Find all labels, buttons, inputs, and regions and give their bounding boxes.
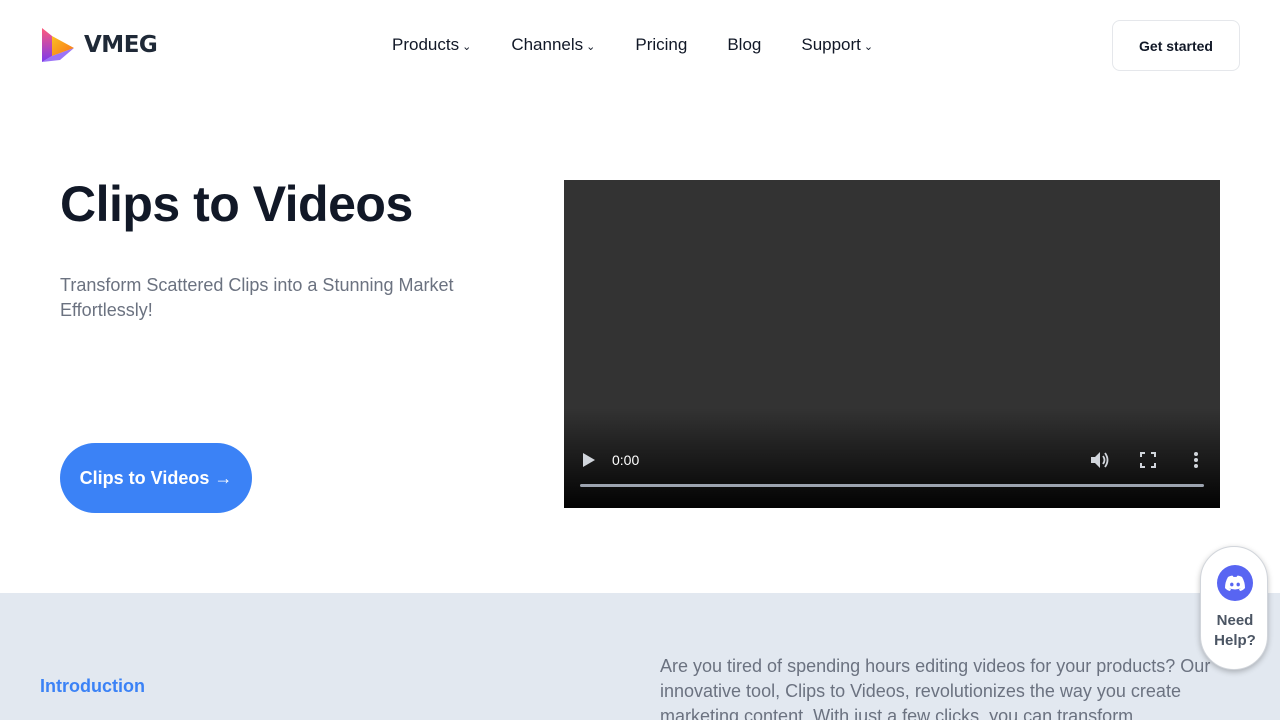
vmeg-logo-icon [42,28,74,62]
hero-subtitle: Transform Scattered Clips into a Stunnin… [60,275,454,320]
get-started-button[interactable]: Get started [1112,20,1240,71]
nav-label: Products [392,35,460,54]
video-progress-bar[interactable] [580,484,1204,487]
nav-item-support[interactable]: Support ⌄ [801,35,873,55]
nav-label: Pricing [635,35,688,54]
nav-item-pricing[interactable]: Pricing [635,35,687,55]
page: VMEG Products ⌄ Channels ⌄ Pricing Blog … [0,0,1280,720]
introduction-heading: Introduction [40,676,145,696]
nav-label: Channels [511,35,584,54]
fullscreen-icon[interactable] [1140,452,1156,468]
more-options-icon[interactable] [1192,451,1200,469]
video-controls-gradient [564,408,1220,508]
need-help-line: Need [1216,612,1254,629]
nav-label: Support [801,35,861,54]
introduction-section: Introduction Are you tired of spending h… [0,593,1280,720]
clips-to-videos-button[interactable]: Clips to Videos → [60,443,252,513]
video-player[interactable]: 0:00 [564,180,1220,508]
brand-logo[interactable]: VMEG [40,26,158,64]
hero-title: Clips to Videos [60,176,413,232]
nav-item-channels[interactable]: Channels ⌄ [511,35,595,55]
need-help-widget[interactable]: Need Help? [1200,546,1268,670]
chevron-down-icon: ⌄ [586,41,596,53]
play-icon[interactable] [582,452,596,468]
chevron-down-icon: ⌄ [462,41,472,53]
brand-name: VMEG [84,32,158,58]
chevron-down-icon: ⌄ [863,41,874,53]
video-time: 0:00 [612,452,640,468]
nav-item-products[interactable]: Products ⌄ [392,35,471,55]
need-help-label: Need Help? [1201,611,1269,651]
nav-label: Blog [727,35,762,54]
nav-item-blog[interactable]: Blog [727,35,761,55]
introduction-text: Are you tired of spending hours editing … [660,656,1211,720]
discord-icon [1217,565,1253,601]
site-header: VMEG Products ⌄ Channels ⌄ Pricing Blog … [0,0,1280,91]
main-nav: Products ⌄ Channels ⌄ Pricing Blog Suppo… [392,35,873,55]
volume-icon[interactable] [1090,451,1110,469]
need-help-line: Help? [1214,632,1256,649]
